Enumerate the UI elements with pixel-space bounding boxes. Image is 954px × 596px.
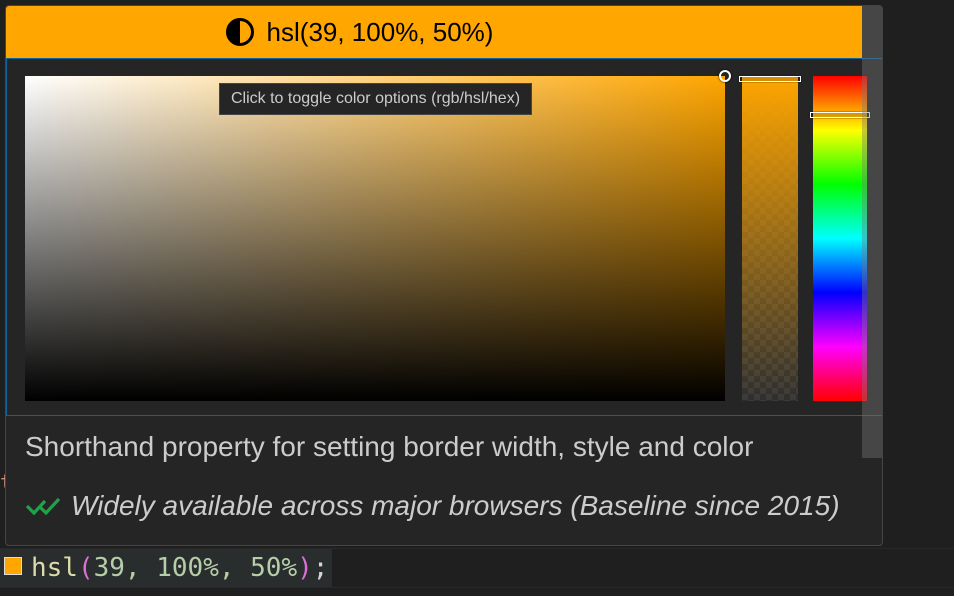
- contrast-icon: [225, 18, 254, 46]
- code-text[interactable]: hsl(39, 100%, 50%);: [31, 549, 328, 587]
- code-line[interactable]: hsl(39, 100%, 50%);: [0, 548, 954, 588]
- hover-scrollbar[interactable]: [862, 6, 882, 458]
- code-close-paren: ): [297, 553, 313, 583]
- saturation-handle[interactable]: [719, 70, 731, 82]
- saturation-brightness-box[interactable]: [25, 70, 731, 401]
- baseline-text: Widely available across major browsers (…: [71, 490, 840, 521]
- hue-slider[interactable]: [810, 76, 870, 401]
- color-picker-widget: hsl(39, 100%, 50%) Click to toggle color…: [5, 5, 883, 546]
- brightness-black-gradient: [25, 76, 725, 401]
- code-args: 39, 100%, 50%: [93, 553, 298, 583]
- color-format-toggle[interactable]: hsl(39, 100%, 50%): [225, 16, 494, 48]
- opacity-handle[interactable]: [739, 76, 801, 82]
- baseline-check-icon: [25, 497, 61, 516]
- baseline-status: Widely available across major browsers (…: [25, 490, 840, 522]
- hue-handle[interactable]: [810, 111, 870, 118]
- gutter-fragment: t: [0, 470, 12, 500]
- color-swatch[interactable]: [4, 557, 22, 575]
- code-function: hsl: [31, 553, 78, 583]
- color-picker-header[interactable]: hsl(39, 100%, 50%): [6, 6, 862, 58]
- code-open-paren: (: [77, 553, 94, 583]
- format-toggle-tooltip: Click to toggle color options (rgb/hsl/h…: [219, 83, 533, 115]
- color-value-label: hsl(39, 100%, 50%): [266, 16, 494, 47]
- opacity-slider[interactable]: [739, 76, 801, 401]
- opacity-gradient: [742, 76, 798, 401]
- code-terminator: ;: [312, 553, 329, 583]
- property-description: Shorthand property for setting border wi…: [25, 431, 754, 462]
